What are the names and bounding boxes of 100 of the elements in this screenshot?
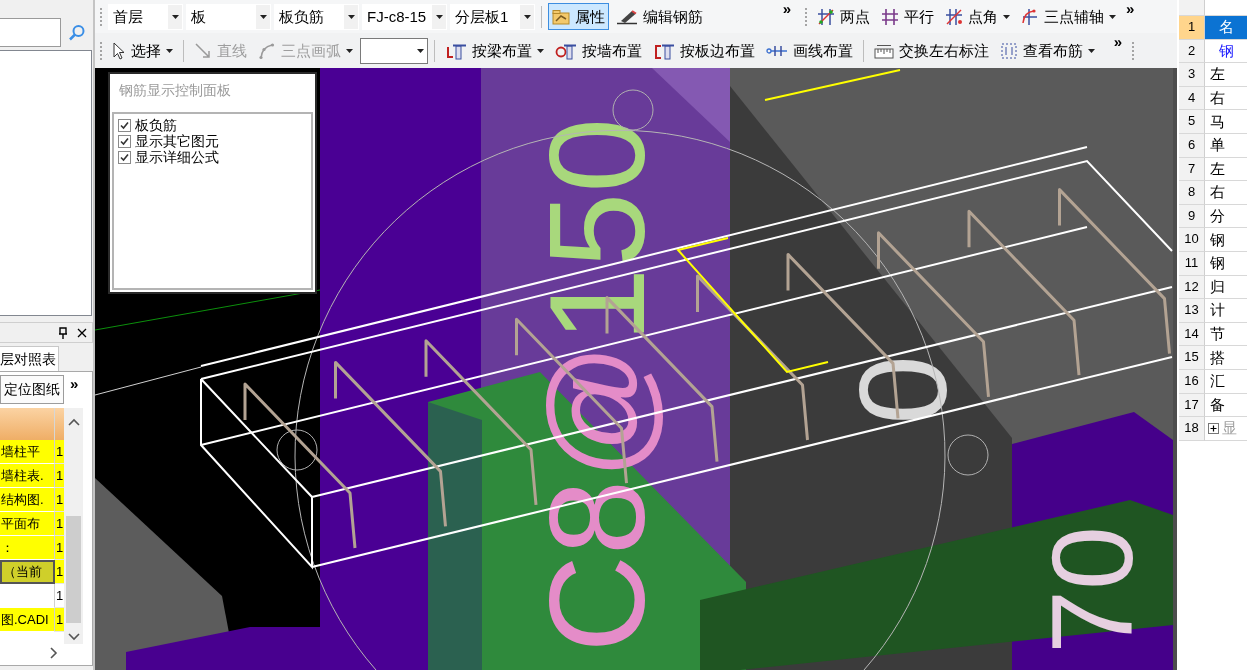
toolbar-button[interactable]: 点角 (941, 3, 1014, 30)
checkbox[interactable] (118, 118, 131, 132)
checkbox[interactable] (118, 150, 131, 164)
property-name[interactable]: 节 (1205, 322, 1247, 347)
property-name[interactable]: 左 (1205, 157, 1247, 182)
toolbar-button[interactable]: 画线布置 (762, 37, 857, 64)
toolbar-button[interactable]: 三点辅轴 (1017, 3, 1120, 30)
toolbar-button[interactable]: 交换左右标注 (870, 37, 993, 64)
property-name[interactable]: 右 (1205, 181, 1247, 205)
caret-icon[interactable] (1109, 14, 1116, 19)
expand-icon[interactable] (1208, 422, 1219, 434)
row-number[interactable]: 10 (1179, 228, 1205, 252)
row-number[interactable]: 17 (1179, 393, 1205, 418)
dropdown[interactable]: 板 (186, 3, 271, 30)
parallel-lines-icon[interactable] (881, 7, 899, 26)
property-name[interactable]: 计 (1205, 299, 1247, 323)
row-number[interactable]: 8 (1179, 181, 1205, 205)
dropdown[interactable]: FJ-c8-15 (362, 3, 447, 30)
chevron-up-icon[interactable] (67, 418, 80, 426)
close-icon[interactable] (77, 327, 87, 338)
cursor-icon[interactable] (112, 41, 126, 60)
row-number[interactable]: 1 (1179, 16, 1205, 40)
toolbar-button[interactable]: 编辑钢筋 (612, 3, 707, 30)
row-number[interactable]: 9 (1179, 204, 1205, 229)
table-cell[interactable]: 墙柱表. (0, 464, 55, 488)
property-name[interactable]: 归 (1205, 275, 1247, 300)
search-field[interactable] (0, 18, 61, 47)
table-cell[interactable]: 结构图. (0, 488, 55, 512)
vertical-scrollbar[interactable] (64, 408, 83, 644)
property-name[interactable]: 钢 (1205, 251, 1247, 276)
row-number[interactable]: 5 (1179, 110, 1205, 134)
arc-axis-icon[interactable] (1021, 7, 1039, 26)
ruler-icon[interactable] (874, 42, 894, 59)
property-name[interactable]: 汇 (1205, 369, 1247, 394)
property-name[interactable]: 钢 (1205, 39, 1247, 64)
tab[interactable]: 层对照表 (0, 346, 59, 371)
checkbox[interactable] (118, 134, 131, 148)
row-number[interactable]: 15 (1179, 346, 1205, 370)
pen-icon[interactable] (616, 8, 638, 25)
folder-icon[interactable] (552, 8, 570, 25)
chevron-right-icon[interactable] (50, 647, 58, 659)
toolbar-button[interactable]: 两点 (813, 3, 874, 30)
row-number[interactable]: 12 (1179, 275, 1205, 300)
overflow-button[interactable]: » (779, 0, 794, 18)
grip-icon[interactable] (99, 6, 103, 27)
row-number[interactable]: 6 (1179, 133, 1205, 158)
caret-icon[interactable] (1088, 48, 1095, 53)
caret-icon[interactable] (259, 14, 267, 19)
caret-icon[interactable] (1003, 14, 1010, 19)
table-cell[interactable]: （当前 (0, 560, 55, 584)
property-name[interactable]: 单 (1205, 133, 1247, 158)
property-name[interactable]: 备 (1205, 393, 1247, 418)
table-cell[interactable]: 平面布 (0, 512, 55, 536)
property-name[interactable]: 马 (1205, 110, 1247, 134)
caret-icon[interactable] (435, 14, 443, 19)
dropdown[interactable]: 板负筋 (274, 3, 359, 30)
table-cell[interactable]: 墙柱平 (0, 440, 55, 464)
row-number[interactable]: 16 (1179, 369, 1205, 394)
chevron-down-icon[interactable] (67, 633, 80, 641)
toolbar-button[interactable]: 按墙布置 (551, 37, 646, 64)
dropdown[interactable]: 分层板1 (450, 3, 535, 30)
search-icon[interactable] (68, 23, 86, 42)
row-number[interactable]: 7 (1179, 157, 1205, 182)
checkbox-label[interactable]: 显示其它图元 (135, 133, 219, 149)
checkbox-label[interactable]: 显示详细公式 (135, 149, 219, 165)
row-number[interactable]: 3 (1179, 63, 1205, 87)
row-number[interactable]: 13 (1179, 299, 1205, 323)
toolbar-button[interactable]: 按梁布置 (441, 37, 548, 64)
toolbar-button[interactable]: 属性 (548, 3, 609, 30)
toolbar-button[interactable]: 选择 (108, 37, 177, 64)
checkbox-label[interactable]: 板负筋 (135, 117, 177, 133)
line-rebar-icon[interactable] (766, 43, 788, 58)
row-number[interactable]: 18 (1179, 417, 1205, 441)
caret-icon[interactable] (537, 48, 544, 53)
caret-icon[interactable] (416, 48, 424, 53)
dropdown[interactable]: 首层 (108, 3, 183, 30)
crossed-lines-icon[interactable] (817, 7, 835, 26)
property-name[interactable]: 名 (1205, 16, 1247, 40)
dropdown[interactable] (360, 37, 428, 64)
overflow-button[interactable]: » (1123, 0, 1138, 18)
row-number[interactable]: 2 (1179, 39, 1205, 64)
overflow-button[interactable]: » (67, 375, 82, 393)
toolbar-button[interactable]: 平行 (877, 3, 938, 30)
grip-icon[interactable] (99, 40, 103, 61)
caret-icon[interactable] (523, 14, 531, 19)
property-name[interactable]: 右 (1205, 86, 1247, 111)
row-number[interactable]: 11 (1179, 251, 1205, 276)
property-name[interactable]: 左 (1205, 63, 1247, 87)
caret-icon[interactable] (171, 14, 179, 19)
row-number[interactable]: 14 (1179, 322, 1205, 347)
grip-icon[interactable] (1131, 40, 1135, 61)
scrollbar-thumb[interactable] (66, 516, 81, 623)
row-number[interactable]: 4 (1179, 86, 1205, 111)
property-name[interactable]: 搭 (1205, 346, 1247, 370)
overflow-button[interactable]: » (1110, 33, 1125, 51)
angle-lines-icon[interactable] (945, 7, 963, 26)
property-name[interactable]: 分 (1205, 204, 1247, 229)
toolbar-button[interactable]: 定位图纸 (0, 375, 64, 404)
toolbar-button[interactable]: 按板边布置 (649, 37, 759, 64)
pin-icon[interactable] (58, 326, 68, 339)
